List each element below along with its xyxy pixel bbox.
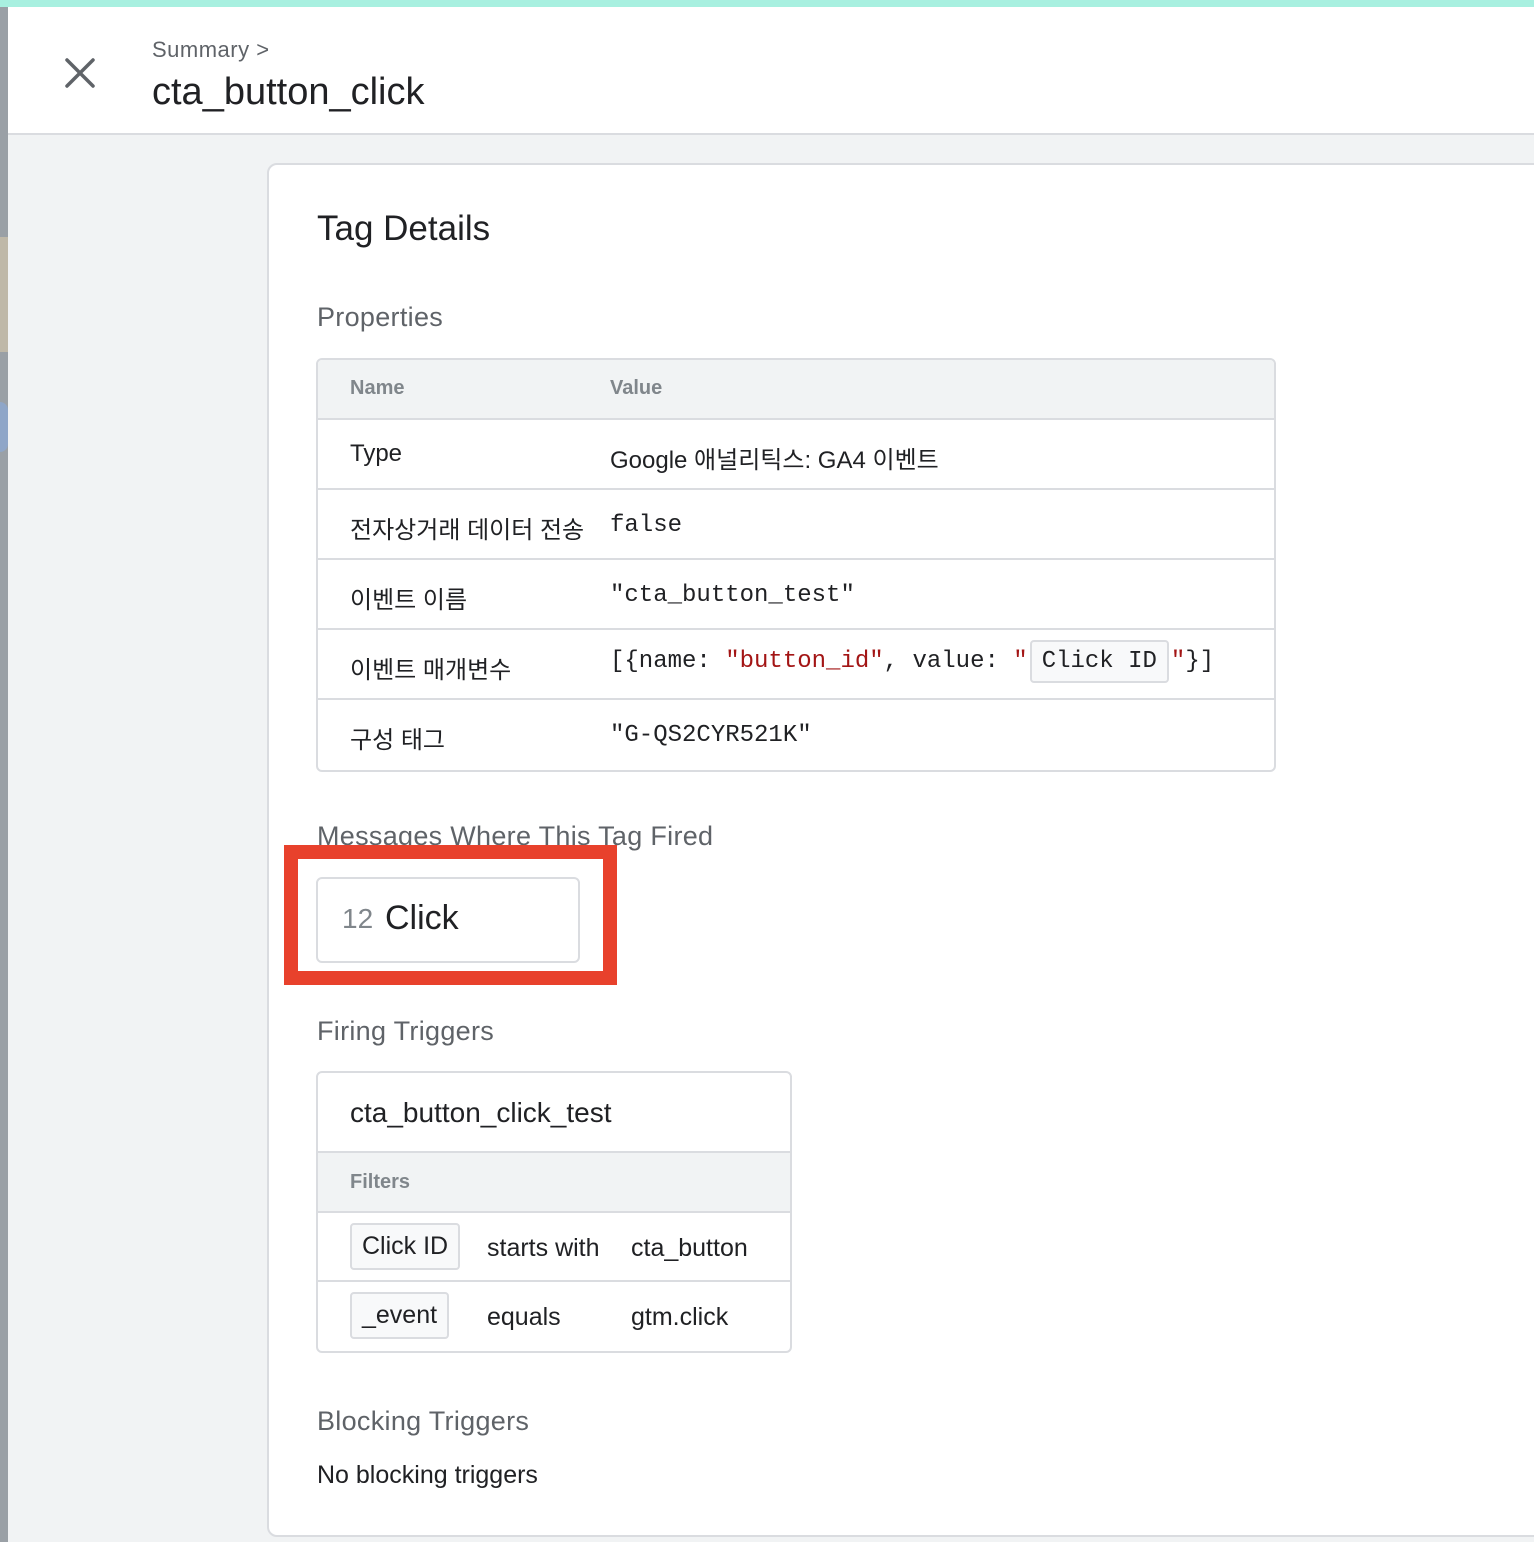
properties-heading: Properties: [317, 302, 444, 332]
no-blocking-triggers-text: No blocking triggers: [317, 1461, 538, 1489]
filter-variable-chip[interactable]: _event: [350, 1292, 450, 1339]
top-accent-bar: [0, 0, 1534, 7]
properties-table-header: Name Value: [318, 360, 1274, 420]
property-name: Type: [350, 440, 403, 467]
property-name: 이벤트 매개변수: [350, 657, 512, 684]
trigger-card: cta_button_click_test Filters Click ID s…: [316, 1071, 792, 1353]
breadcrumb[interactable]: Summary >: [152, 37, 270, 63]
property-value: Google 애널리틱스: GA4 이벤트: [610, 447, 939, 474]
panel-header: Summary > cta_button_click: [8, 7, 1534, 135]
param-key: "button_id": [725, 648, 884, 675]
property-value: "cta_button_test": [610, 582, 855, 609]
column-header-name: Name: [350, 377, 405, 399]
filter-operator: equals: [487, 1303, 561, 1331]
param-mid: , value:: [883, 648, 1014, 675]
property-name: 전자상거래 데이터 전송: [350, 517, 585, 544]
filters-label: Filters: [350, 1171, 411, 1193]
table-row: 구성 태그 "G-QS2CYR521K": [318, 700, 1274, 770]
highlight-annotation-box: [284, 845, 617, 985]
filter-row: _event equals gtm.click: [318, 1282, 790, 1351]
property-value: "G-QS2CYR521K": [610, 722, 812, 749]
table-row: Type Google 애널리틱스: GA4 이벤트: [318, 420, 1274, 490]
trigger-name-row[interactable]: cta_button_click_test: [318, 1073, 790, 1153]
firing-triggers-heading: Firing Triggers: [317, 1016, 495, 1046]
filter-variable-chip[interactable]: Click ID: [350, 1223, 461, 1270]
filter-value: gtm.click: [631, 1303, 729, 1331]
card-title: Tag Details: [317, 209, 491, 248]
close-icon: [65, 58, 95, 88]
table-row: 전자상거래 데이터 전송 false: [318, 490, 1274, 560]
blocking-triggers-heading: Blocking Triggers: [317, 1406, 530, 1436]
column-header-value: Value: [610, 377, 663, 399]
variable-chip[interactable]: Click ID: [1029, 640, 1169, 683]
trigger-name: cta_button_click_test: [350, 1097, 612, 1128]
filter-operator: starts with: [487, 1234, 600, 1262]
properties-table: Name Value Type Google 애널리틱스: GA4 이벤트 전자…: [316, 358, 1276, 772]
property-value: false: [610, 512, 683, 539]
param-suffix: }]: [1185, 648, 1215, 675]
page-title: cta_button_click: [152, 71, 425, 113]
param-quote-open: ": [1013, 648, 1028, 675]
close-button[interactable]: [60, 53, 100, 93]
property-value: [{name: "button_id", value: " Click ID "}]: [610, 640, 1214, 683]
param-quote-close: ": [1170, 648, 1186, 675]
property-name: 구성 태그: [350, 727, 445, 754]
table-row: 이벤트 매개변수 [{name: "button_id", value: " Cl…: [318, 630, 1274, 700]
background-panel-edge: [0, 7, 8, 1542]
background-panel-mark: [0, 402, 8, 452]
property-name: 이벤트 이름: [350, 587, 468, 614]
filters-header: Filters: [318, 1153, 790, 1213]
table-row: 이벤트 이름 "cta_button_test": [318, 560, 1274, 630]
background-panel-mark: [0, 237, 8, 352]
filter-value: cta_button: [631, 1234, 748, 1262]
param-prefix: [{name:: [610, 648, 726, 675]
filter-row: Click ID starts with cta_button: [318, 1213, 790, 1282]
